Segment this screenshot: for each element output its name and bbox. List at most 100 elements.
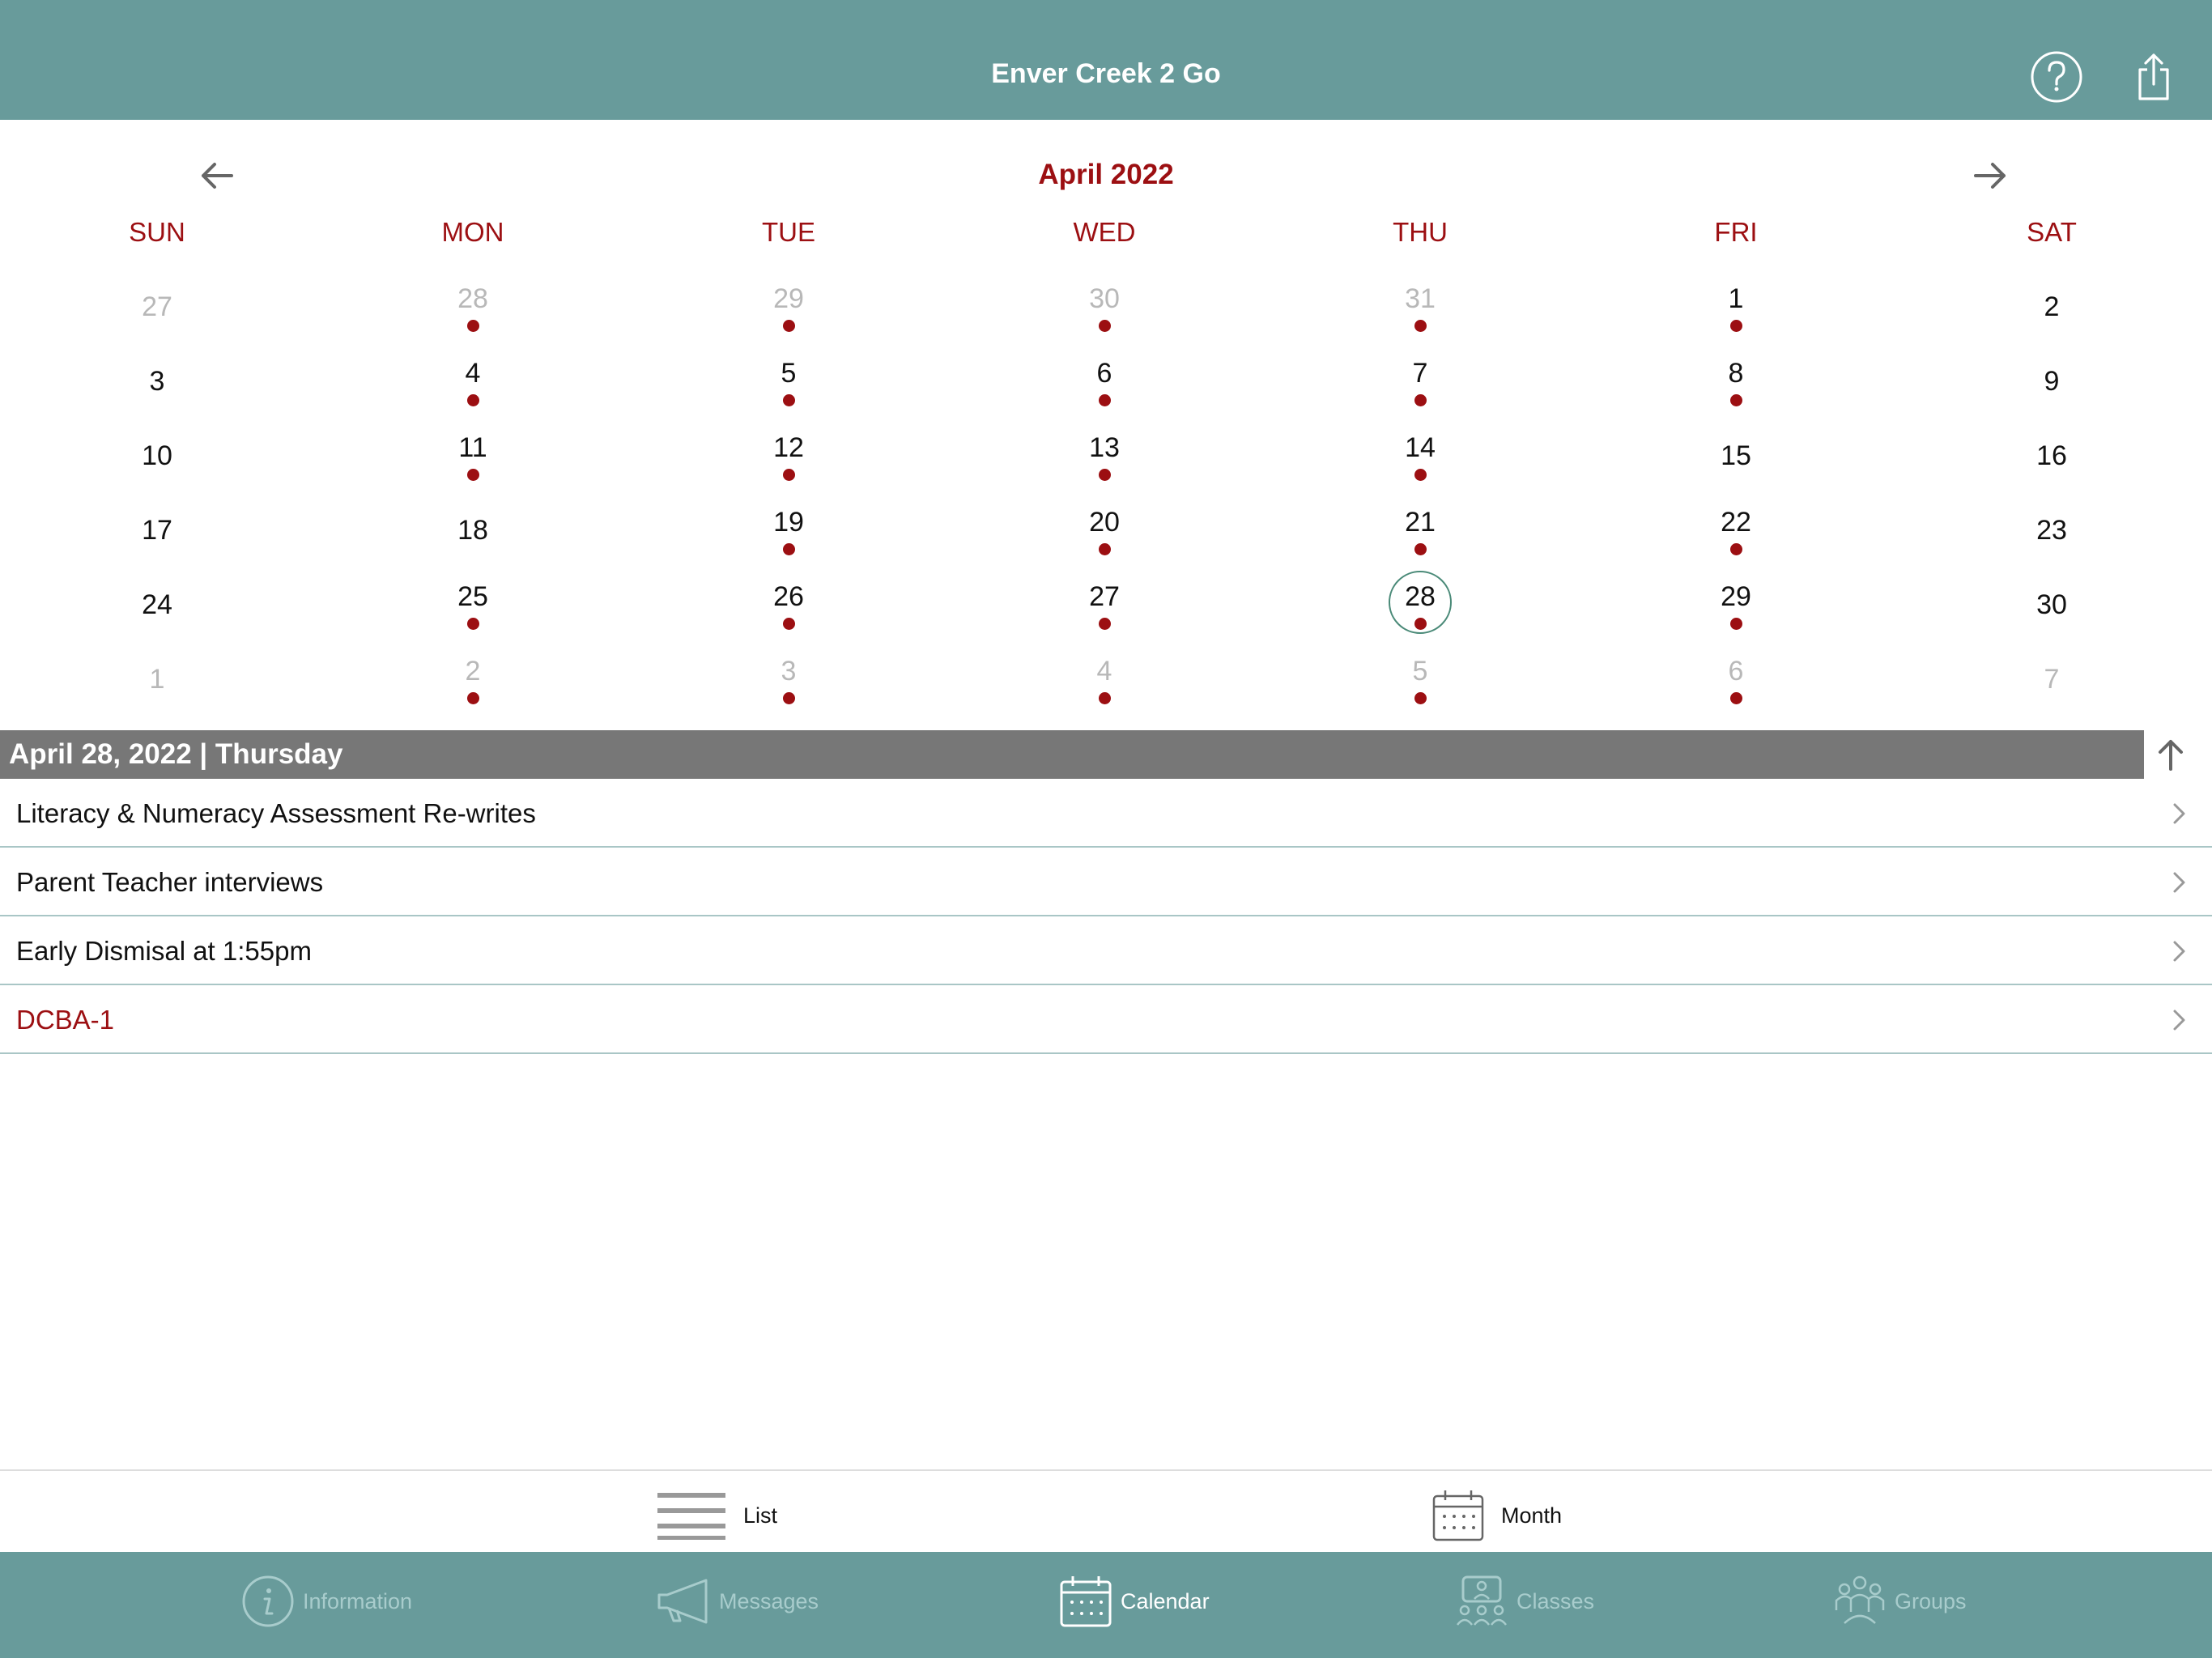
chevron-right-icon	[2173, 941, 2185, 962]
calendar-day[interactable]: 24	[92, 573, 222, 648]
calendar-day-selected[interactable]: 28	[1355, 571, 1485, 648]
tab-calendar[interactable]: Calendar	[1059, 1573, 1210, 1630]
tab-groups[interactable]: Groups	[1833, 1573, 1967, 1630]
calendar-day[interactable]: 15	[1671, 424, 1801, 499]
calendar-day[interactable]: 8	[1671, 350, 1801, 424]
day-number: 17	[142, 515, 172, 546]
calendar-day[interactable]: 27	[1040, 573, 1169, 648]
day-number: 25	[457, 581, 488, 612]
calendar-day[interactable]: 5	[1355, 648, 1485, 722]
tab-messages[interactable]: Messages	[656, 1573, 819, 1630]
calendar-day[interactable]: 5	[724, 350, 853, 424]
month-navigation: April 2022	[0, 146, 2212, 202]
calendar-day[interactable]: 16	[1987, 424, 2116, 499]
calendar-day[interactable]: 30	[1040, 275, 1169, 350]
weekday-thu: THU	[1393, 217, 1448, 247]
calendar-day[interactable]: 28	[408, 275, 538, 350]
calendar-grid: 27 28 29 30 31 1 2 3 4 5 6 7 8 9 10 11 12 13 14 15 16 17 18 19 2…	[0, 275, 2212, 722]
calendar-day[interactable]: 14	[1355, 424, 1485, 499]
month-title: April 2022	[1038, 159, 1174, 190]
calendar-day[interactable]: 2	[1987, 275, 2116, 350]
calendar-day[interactable]: 29	[1671, 573, 1801, 648]
calendar-day[interactable]: 18	[408, 499, 538, 573]
event-dot	[1414, 320, 1427, 332]
day-number: 31	[1405, 283, 1436, 314]
day-number: 9	[2044, 366, 2060, 397]
share-icon	[2138, 53, 2169, 100]
day-number: 1	[1728, 283, 1744, 314]
calendar-day[interactable]: 12	[724, 424, 853, 499]
day-number: 10	[142, 440, 172, 471]
tab-messages-label: Messages	[719, 1588, 819, 1613]
calendar-day[interactable]: 20	[1040, 499, 1169, 573]
calendar-day[interactable]: 1	[1671, 275, 1801, 350]
event-list: Literacy & Numeracy Assessment Re-writes…	[0, 779, 2212, 1054]
calendar-day[interactable]: 3	[724, 648, 853, 722]
calendar-day[interactable]: 4	[1040, 648, 1169, 722]
calendar-day[interactable]: 7	[1987, 648, 2116, 722]
calendar-day[interactable]: 1	[92, 648, 222, 722]
share-button[interactable]	[2125, 49, 2182, 105]
weekday-sat: SAT	[2027, 217, 2077, 247]
day-number: 6	[1728, 656, 1744, 687]
calendar-day[interactable]: 25	[408, 573, 538, 648]
calendar-day[interactable]: 26	[724, 573, 853, 648]
calendar-day[interactable]: 3	[92, 350, 222, 424]
calendar-day[interactable]: 27	[92, 275, 222, 350]
tab-classes[interactable]: Classes	[1455, 1573, 1594, 1630]
calendar-day[interactable]: 10	[92, 424, 222, 499]
day-number: 27	[142, 291, 172, 322]
event-dot	[783, 618, 795, 630]
calendar-day[interactable]: 11	[408, 424, 538, 499]
view-switch: List Month	[0, 1469, 2212, 1552]
collapse-calendar-button[interactable]	[2150, 733, 2192, 776]
calendar-day[interactable]: 30	[1987, 573, 2116, 648]
list-icon	[657, 1493, 725, 1540]
calendar-day[interactable]: 17	[92, 499, 222, 573]
event-dot	[1099, 320, 1111, 332]
month-view-button[interactable]: Month	[1431, 1489, 1562, 1542]
event-dot	[1730, 394, 1742, 406]
calendar-day[interactable]: 13	[1040, 424, 1169, 499]
bottom-tab-bar: Information Messages Calendar Classes Gr…	[0, 1552, 2212, 1658]
event-row[interactable]: Early Dismisal at 1:55pm	[0, 916, 2212, 985]
calendar-day[interactable]: 22	[1671, 499, 1801, 573]
event-dot	[1099, 394, 1111, 406]
calendar-day[interactable]: 7	[1355, 350, 1485, 424]
calendar-day[interactable]: 4	[408, 350, 538, 424]
weekday-sun: SUN	[129, 217, 185, 247]
help-button[interactable]	[2028, 49, 2085, 105]
tab-information[interactable]: Information	[241, 1573, 412, 1630]
event-row[interactable]: Literacy & Numeracy Assessment Re-writes	[0, 779, 2212, 848]
tab-classes-label: Classes	[1516, 1588, 1595, 1613]
info-icon	[242, 1575, 294, 1627]
day-number: 24	[142, 589, 172, 620]
event-row[interactable]: DCBA-1	[0, 985, 2212, 1054]
calendar-day[interactable]: 29	[724, 275, 853, 350]
event-dot	[1414, 469, 1427, 481]
weekday-tue: TUE	[762, 217, 815, 247]
calendar-day[interactable]: 19	[724, 499, 853, 573]
day-number: 28	[1405, 581, 1436, 612]
tab-information-label: Information	[303, 1588, 413, 1613]
day-number: 27	[1089, 581, 1120, 612]
event-title: Parent Teacher interviews	[16, 867, 324, 897]
calendar-day[interactable]: 31	[1355, 275, 1485, 350]
event-row[interactable]: Parent Teacher interviews	[0, 848, 2212, 916]
day-number: 30	[2036, 589, 2067, 620]
day-number: 12	[773, 432, 804, 463]
event-dot	[783, 543, 795, 555]
groups-icon	[1835, 1575, 1885, 1624]
calendar-day[interactable]: 23	[1987, 499, 2116, 573]
calendar-day[interactable]: 6	[1671, 648, 1801, 722]
list-view-button[interactable]: List	[656, 1489, 777, 1542]
day-number: 26	[773, 581, 804, 612]
calendar-day[interactable]: 21	[1355, 499, 1485, 573]
next-month-button[interactable]	[1966, 155, 2014, 196]
event-dot	[467, 469, 479, 481]
weekday-fri: FRI	[1714, 217, 1758, 247]
calendar-day[interactable]: 9	[1987, 350, 2116, 424]
calendar-day[interactable]: 6	[1040, 350, 1169, 424]
calendar-day[interactable]: 2	[408, 648, 538, 722]
chevron-right-icon	[2173, 1010, 2185, 1031]
